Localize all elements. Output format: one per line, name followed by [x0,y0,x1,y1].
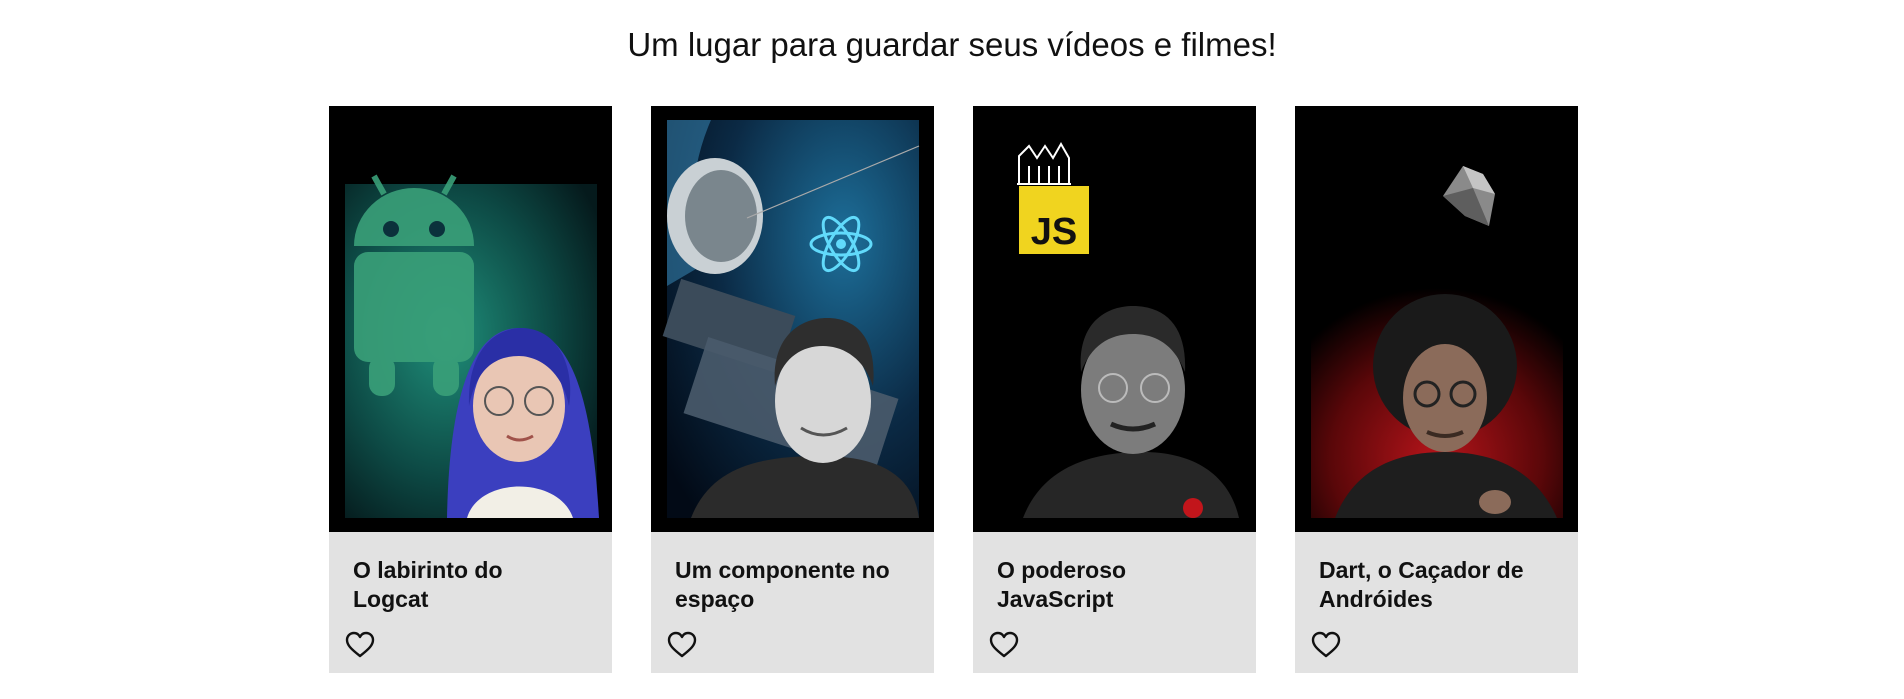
heart-outline-icon[interactable] [1311,631,1341,659]
video-title[interactable]: Dart, o Caçador de Andróides [1319,556,1539,614]
heart-outline-icon[interactable] [667,631,697,659]
video-caption: Dart, o Caçador de Andróides [1295,532,1578,673]
page-headline: Um lugar para guardar seus vídeos e film… [627,26,1277,63]
video-title[interactable]: Um componente no espaço [675,556,895,614]
video-title[interactable]: O labirinto do Logcat [353,556,573,614]
video-thumbnail[interactable] [329,106,612,532]
video-thumbnail[interactable] [1295,106,1578,532]
video-caption: O labirinto do Logcat [329,532,612,673]
video-card[interactable]: Dart, o Caçador de Andróides [1295,106,1578,673]
video-caption: O poderoso JavaScript [973,532,1256,673]
video-grid: O labirinto do Logcat Um componente no e… [329,106,1578,673]
video-card[interactable]: Um componente no espaço [651,106,934,673]
page: Um lugar para guardar seus vídeos e film… [0,0,1904,699]
video-caption: Um componente no espaço [651,532,934,673]
heart-outline-icon[interactable] [989,631,1019,659]
heart-outline-icon[interactable] [345,631,375,659]
svg-text:JS: JS [1031,211,1077,253]
video-thumbnail[interactable] [651,106,934,532]
video-thumbnail[interactable]: JS [973,106,1256,532]
video-title[interactable]: O poderoso JavaScript [997,556,1217,614]
video-card[interactable]: JS O poderoso JavaScript [973,106,1256,673]
video-card[interactable]: O labirinto do Logcat [329,106,612,673]
